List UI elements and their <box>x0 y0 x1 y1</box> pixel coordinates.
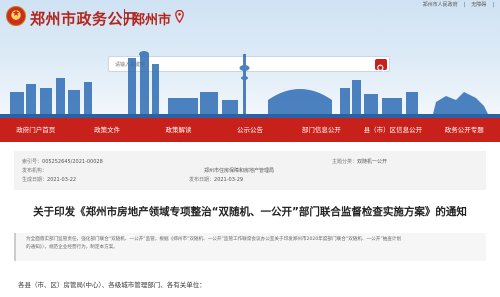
title-divider <box>124 9 125 25</box>
publishing-org-value: 郑州市住房保障和房地产管理局 <box>204 168 275 174</box>
nav-item-announcements[interactable]: 公示公告 <box>214 118 285 142</box>
abstract-line: 为全面落实部门监管责任，强化部门联合“双随机、一公开”监管，根据《郑州市“双随机… <box>26 237 402 242</box>
nav-item-home[interactable]: 政府门户首页 <box>0 118 71 142</box>
created-date: 生成日期：2021-03-22 <box>22 177 77 183</box>
site-title[interactable]: 郑州市政务公开 <box>30 8 139 29</box>
published-date: 发布日期：2021-03-29 <box>189 177 244 183</box>
document-salutation: 各县（市、区）房管局(中心）、各级城市管理部门、各有关单位： <box>18 281 206 289</box>
nav-item-policy-files[interactable]: 政策文件 <box>71 118 142 142</box>
nav-item-special-topics[interactable]: 政务公开专题 <box>429 118 500 142</box>
publishing-org: 发布机构： <box>22 168 48 174</box>
location-pin-icon[interactable] <box>175 10 184 23</box>
document-metadata: 索引号：005252645/2021-00028 主题分类：双随机一公开 发布机… <box>14 151 486 190</box>
top-link-separator: | <box>463 1 466 8</box>
document-title: 关于印发《郑州市房地产领域专项整治“双随机、一公开”部门联合监督检查实施方案》的… <box>33 206 467 218</box>
city-name[interactable]: 郑州市 <box>132 9 171 28</box>
header-banner: 郑州市人民政府 | 无障碍 | 郑州市政务公开 郑州市 <box>0 0 500 118</box>
index-number: 索引号：005252645/2021-00028 <box>22 159 103 165</box>
city-skyline-illustration <box>0 51 500 118</box>
national-emblem-logo <box>6 6 26 26</box>
document-abstract: 为全面落实部门监管责任，强化部门联合“双随机、一公开”监管，根据《郑州市“双随机… <box>14 233 486 261</box>
top-link-separator: | <box>492 1 494 8</box>
main-nav: 政府门户首页 政策文件 政策解读 公示公告 部门信息公开 县（市）区信息公开 政… <box>0 118 500 142</box>
nav-item-department-disclosure[interactable]: 部门信息公开 <box>286 118 357 142</box>
abstract-line: 的通知》），规范企业经营行为，制定本方案。 <box>26 245 118 250</box>
nav-item-policy-interpretation[interactable]: 政策解读 <box>143 118 214 142</box>
top-link-gov[interactable]: 郑州市人民政府 <box>423 1 458 8</box>
nav-item-district-disclosure[interactable]: 县（市）区信息公开 <box>357 118 428 142</box>
top-links: 郑州市人民政府 | 无障碍 | <box>423 1 494 9</box>
top-link-accessibility[interactable]: 无障碍 <box>471 1 486 8</box>
subject-category: 主题分类：双随机一公开 <box>332 159 388 165</box>
